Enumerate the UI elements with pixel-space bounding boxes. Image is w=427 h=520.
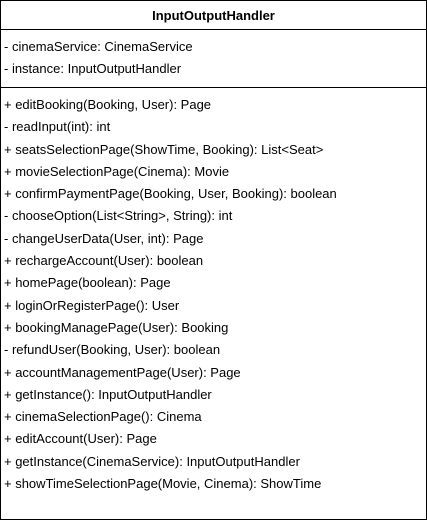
- method-booking-manage-page: + bookingManagePage(User): Booking: [4, 319, 229, 335]
- method-movie-selection-page: + movieSelectionPage(Cinema): Movie: [4, 163, 230, 179]
- methods-section: + editBooking(Booking, User): Page - rea…: [1, 88, 426, 495]
- method-confirm-payment-page: + confirmPaymentPage(Booking, User, Book…: [4, 186, 337, 202]
- uml-class-box: InputOutputHandler - cinemaService: Cine…: [0, 0, 427, 520]
- method-seats-selection-page: + seatsSelectionPage(ShowTime, Booking):…: [4, 141, 324, 157]
- method-get-instance: + getInstance(): InputOutputHandler: [4, 386, 212, 402]
- method-read-input: - readInput(int): int: [4, 119, 111, 135]
- method-show-time-selection-page: + showTimeSelectionPage(Movie, Cinema): …: [4, 476, 322, 492]
- method-login-or-register-page: + loginOrRegisterPage(): User: [4, 297, 180, 313]
- method-cinema-selection-page: + cinemaSelectionPage(): Cinema: [4, 409, 202, 425]
- attribute-cinema-service: - cinemaService: CinemaService: [4, 39, 193, 54]
- attributes-section: - cinemaService: CinemaService - instanc…: [1, 30, 426, 88]
- class-name: InputOutputHandler: [1, 1, 426, 30]
- method-change-user-data: - changeUserData(User, int): Page: [4, 230, 204, 246]
- method-edit-account: + editAccount(User): Page: [4, 431, 157, 447]
- method-recharge-account: + rechargeAccount(User): boolean: [4, 253, 204, 269]
- method-refund-user: - refundUser(Booking, User): boolean: [4, 342, 221, 358]
- method-get-instance-with-service: + getInstance(CinemaService): InputOutpu…: [4, 453, 300, 469]
- attribute-instance: - instance: InputOutputHandler: [4, 61, 182, 77]
- method-edit-booking: + editBooking(Booking, User): Page: [4, 97, 212, 112]
- method-account-management-page: + accountManagementPage(User): Page: [4, 364, 241, 380]
- method-choose-option: - chooseOption(List<String>, String): in…: [4, 208, 233, 224]
- method-home-page: + homePage(boolean): Page: [4, 275, 171, 291]
